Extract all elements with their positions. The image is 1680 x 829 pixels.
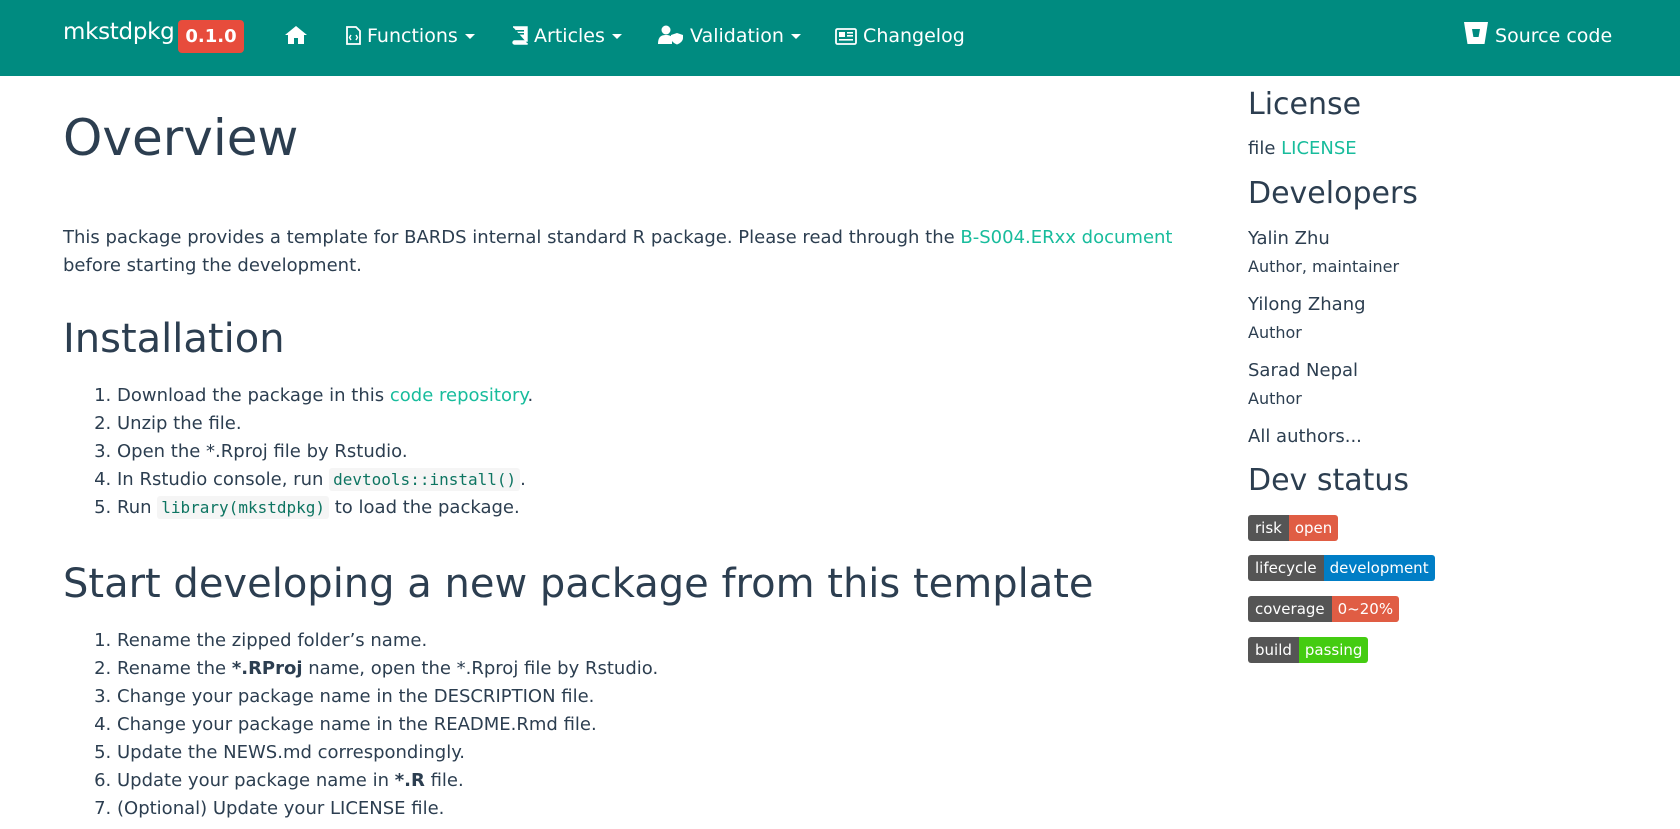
list-item: Open the *.Rproj file by Rstudio. (117, 438, 533, 466)
list-item: Rename the zipped folder’s name. (117, 627, 658, 655)
developer-name: Yalin Zhu (1248, 228, 1330, 249)
badge-value: development (1323, 555, 1435, 581)
file-code-icon (346, 26, 361, 45)
top-navbar: mkstdpkg 0.1.0 Functions Articles Valida… (0, 0, 1680, 76)
list-item: Update your package name in *.R file. (117, 767, 658, 795)
step-text: Run (117, 497, 158, 518)
build-badge[interactable]: build passing (1248, 637, 1369, 663)
step-text: Download the package in this (117, 385, 390, 406)
nav-changelog-label: Changelog (863, 25, 965, 47)
step-bold: *.R (394, 770, 425, 791)
code-snippet: devtools::install() (329, 468, 521, 491)
nav-validation[interactable]: Validation (658, 20, 801, 52)
step-text: . (520, 469, 526, 490)
badge-value: passing (1298, 637, 1369, 663)
license-heading: License (1248, 87, 1362, 122)
list-item: Run library(mkstdpkg) to load the packag… (117, 494, 533, 522)
intro-paragraph: This package provides a template for BAR… (63, 224, 1203, 280)
nav-articles[interactable]: Articles (511, 20, 622, 52)
developer-name: Sarad Nepal (1248, 360, 1359, 381)
start-developing-heading: Start developing a new package from this… (63, 561, 1094, 607)
developer-name: Yilong Zhang (1248, 294, 1366, 315)
list-item: Rename the *.RProj name, open the *.Rpro… (117, 655, 658, 683)
step-text: Rename the (117, 658, 232, 679)
brand-link[interactable]: mkstdpkg (63, 19, 175, 45)
code-snippet: library(mkstdpkg) (157, 496, 330, 519)
version-badge: 0.1.0 (178, 20, 244, 53)
step-text: In Rstudio console, run (117, 469, 330, 490)
list-item: In Rstudio console, run devtools::instal… (117, 466, 533, 494)
user-shield-icon (658, 25, 683, 45)
all-authors-link[interactable]: All authors... (1248, 426, 1362, 447)
nav-home[interactable] (284, 20, 308, 52)
badge-value: open (1288, 515, 1339, 541)
list-item: Unzip the file. (117, 410, 533, 438)
nav-functions-label: Functions (367, 25, 458, 47)
home-icon (285, 26, 307, 44)
page-title: Overview (63, 109, 299, 167)
license-link[interactable]: LICENSE (1281, 138, 1357, 159)
step-text: name, open the *.Rproj file by Rstudio. (302, 658, 659, 679)
intro-text: This package provides a template for BAR… (63, 227, 961, 248)
nav-articles-label: Articles (534, 25, 605, 47)
badge-label: build (1248, 637, 1299, 663)
coverage-badge[interactable]: coverage 0~20% (1248, 596, 1400, 622)
chevron-down-icon (611, 34, 622, 39)
developers-heading: Developers (1248, 176, 1418, 211)
list-item: (Optional) Update your LICENSE file. (117, 795, 658, 823)
badge-label: risk (1248, 515, 1289, 541)
lifecycle-badge[interactable]: lifecycle development (1248, 555, 1435, 581)
list-item: Download the package in this code reposi… (117, 382, 533, 410)
newspaper-icon (835, 28, 857, 45)
nav-functions[interactable]: Functions (346, 20, 475, 52)
step-text: . (527, 385, 534, 406)
list-item: Update the NEWS.md correspondingly. (117, 739, 658, 767)
book-icon (512, 26, 528, 45)
badge-value: 0~20% (1331, 596, 1400, 622)
badge-label: coverage (1248, 596, 1332, 622)
document-link[interactable]: B-S004.ERxx document (960, 227, 1172, 248)
developer-role: Author (1248, 323, 1302, 342)
intro-text-end: before starting the development. (63, 255, 362, 276)
list-item: Change your package name in the README.R… (117, 711, 658, 739)
license-prefix: file (1248, 138, 1282, 159)
start-developing-steps: Rename the zipped folder’s name. Rename … (63, 627, 658, 823)
step-bold: *.RProj (231, 658, 303, 679)
bitbucket-icon (1464, 22, 1488, 44)
nav-source-code-label: Source code (1495, 25, 1613, 47)
list-item: Change your package name in the DESCRIPT… (117, 683, 658, 711)
step-text: to load the package. (329, 497, 520, 518)
nav-changelog[interactable]: Changelog (835, 20, 965, 52)
chevron-down-icon (790, 34, 801, 39)
developer-role: Author, maintainer (1248, 257, 1400, 276)
nav-source-code[interactable]: Source code (1463, 20, 1612, 52)
license-line: file LICENSE (1248, 138, 1357, 159)
developer-role: Author (1248, 389, 1302, 408)
installation-steps: Download the package in this code reposi… (63, 382, 533, 522)
step-text: Update your package name in (117, 770, 395, 791)
dev-status-heading: Dev status (1248, 463, 1410, 498)
badge-label: lifecycle (1248, 555, 1324, 581)
chevron-down-icon (464, 34, 475, 39)
risk-badge[interactable]: risk open (1248, 515, 1339, 541)
nav-validation-label: Validation (690, 25, 784, 47)
code-repository-link[interactable]: code repository (390, 385, 528, 406)
installation-heading: Installation (63, 316, 285, 362)
step-text: file. (424, 770, 464, 791)
